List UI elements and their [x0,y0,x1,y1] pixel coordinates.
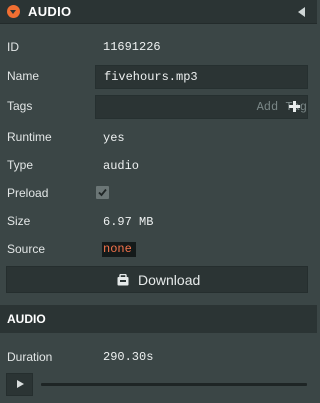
add-tag-icon[interactable] [289,101,300,112]
name-field [95,65,308,89]
download-label: Download [138,272,201,288]
runtime-value: yes [103,131,125,145]
type-label: Type [7,158,34,172]
runtime-label: Runtime [7,130,52,144]
preload-checkbox[interactable] [96,186,109,199]
seek-bar[interactable] [41,383,307,386]
download-icon [117,274,129,286]
download-button[interactable]: Download [6,266,308,293]
audio-section-title: AUDIO [7,312,46,326]
size-value: 6.97 MB [103,215,154,229]
checkmark-icon [98,188,107,197]
size-label: Size [7,214,31,228]
tags-field [95,95,308,119]
panel-header: AUDIO [0,0,317,24]
back-arrow-icon[interactable] [298,7,305,17]
source-label: Source [7,242,46,256]
id-value: 11691226 [103,40,161,54]
source-value-box[interactable]: none [102,242,136,257]
tags-input[interactable] [96,96,307,118]
name-label: Name [7,69,40,83]
name-input[interactable] [96,66,307,88]
play-button[interactable] [6,373,33,396]
collapse-button[interactable] [7,5,20,18]
tags-label: Tags [7,99,33,113]
source-value: none [103,242,132,256]
id-label: ID [7,40,19,54]
type-value: audio [103,159,140,173]
audio-section-header: AUDIO [0,305,317,333]
duration-label: Duration [7,350,53,364]
preload-label: Preload [7,186,49,200]
duration-value: 290.30s [103,350,154,364]
panel-title: AUDIO [28,4,72,19]
